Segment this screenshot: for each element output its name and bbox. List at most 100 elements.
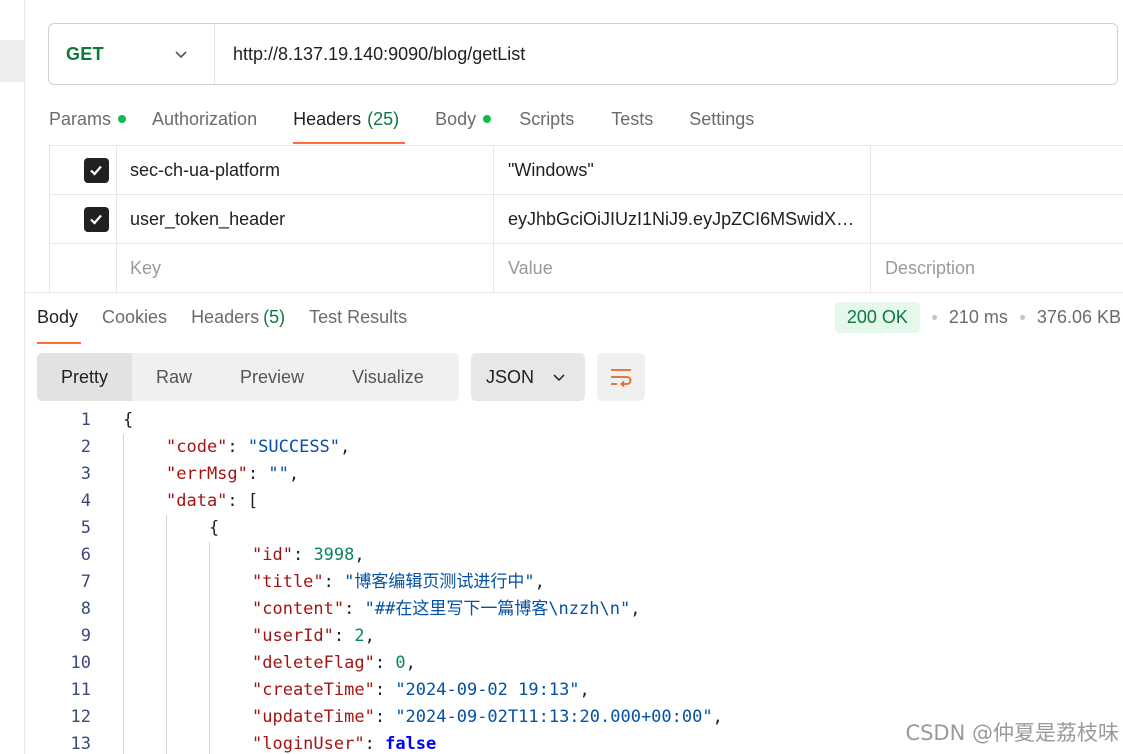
line-number: 7	[80, 572, 91, 592]
code-token: {	[123, 410, 134, 430]
response-tab-headers[interactable]: Headers (5)	[191, 293, 285, 343]
response-body-editor[interactable]: 1{2 "code": "SUCCESS", 3 "errMsg": "", 4 "dat…	[25, 407, 1123, 754]
table-row: sec-ch-ua-platform "Windows"	[49, 146, 1123, 195]
view-raw-button[interactable]: Raw	[132, 353, 216, 401]
code-token: ""	[268, 464, 289, 484]
view-preview-button[interactable]: Preview	[216, 353, 328, 401]
method-label: GET	[66, 43, 104, 64]
header-description-cell[interactable]	[871, 146, 1123, 194]
checkbox-checked-icon[interactable]	[83, 157, 109, 183]
code-token: "博客编辑页测试进行中"	[344, 572, 535, 592]
status-badge[interactable]: 200 OK	[834, 302, 920, 333]
code-token: 0	[395, 653, 406, 673]
code-token: :	[364, 734, 386, 754]
tab-settings[interactable]: Settings	[689, 100, 754, 144]
value-placeholder-input[interactable]: Value	[494, 244, 871, 292]
code-token: "data"	[166, 491, 228, 511]
header-key-cell[interactable]: user_token_header	[117, 195, 494, 243]
sidebar-selected-item[interactable]	[0, 40, 24, 82]
code-text: "deleteFlag": 0,	[252, 650, 416, 677]
response-status-bar: 200 OK 210 ms 376.06 KB	[834, 302, 1121, 333]
indent-guide	[209, 542, 210, 754]
header-value-cell[interactable]: eyJhbGciOiJIUzI1NiJ9.eyJpZCI6MSwidX…	[494, 195, 871, 243]
code-token: :	[374, 680, 396, 700]
code-line: 5{	[25, 515, 1123, 542]
code-token: "code"	[166, 437, 228, 457]
code-token: "SUCCESS"	[247, 437, 341, 457]
code-text: "loginUser": false	[252, 731, 436, 754]
code-token: "##在这里写下一篇博客\nzzh\n"	[364, 599, 631, 619]
header-value-cell[interactable]: "Windows"	[494, 146, 871, 194]
response-tab-body[interactable]: Body	[37, 293, 82, 344]
response-tab-test-results[interactable]: Test Results	[309, 293, 407, 343]
code-token: :	[344, 599, 365, 619]
view-visualize-button[interactable]: Visualize	[328, 353, 448, 401]
code-token: "content"	[252, 599, 345, 619]
response-size[interactable]: 376.06 KB	[1037, 307, 1121, 328]
code-line: 8 "content": "##在这里写下一篇博客\nzzh\n",	[25, 596, 1123, 623]
code-token: ,	[340, 437, 351, 457]
code-text: {	[123, 407, 133, 434]
code-token: 2	[354, 626, 365, 646]
code-line: 3 "errMsg": "",	[25, 461, 1123, 488]
line-number: 13	[70, 734, 91, 754]
line-number: 6	[80, 545, 91, 565]
code-token: {	[209, 518, 220, 538]
params-dot-indicator	[118, 115, 127, 123]
code-token: "errMsg"	[166, 464, 248, 484]
code-token: "deleteFlag"	[252, 653, 375, 673]
tab-body[interactable]: Body	[435, 100, 492, 144]
code-token: false	[385, 734, 437, 754]
key-placeholder-input[interactable]: Key	[117, 244, 494, 292]
line-number: 10	[70, 653, 91, 673]
line-number: 3	[80, 464, 91, 484]
tab-headers[interactable]: Headers (25)	[293, 100, 406, 144]
left-sidebar-rail	[0, 0, 25, 754]
code-token: ,	[288, 464, 300, 484]
url-bar: GET http://8.137.19.140:9090/blog/getLis…	[48, 23, 1118, 85]
chevron-down-icon	[553, 374, 565, 382]
line-number: 4	[80, 491, 91, 511]
method-select[interactable]: GET	[49, 24, 215, 84]
code-token: :	[323, 572, 345, 592]
chevron-down-icon	[175, 51, 187, 59]
wrap-lines-button[interactable]	[597, 353, 645, 401]
checkbox-checked-icon[interactable]	[83, 206, 109, 232]
code-line: 4 "data": [	[25, 488, 1123, 515]
body-dot-indicator	[483, 115, 492, 123]
table-row: user_token_header eyJhbGciOiJIUzI1NiJ9.e…	[49, 195, 1123, 244]
code-token: ,	[405, 653, 416, 673]
url-input[interactable]: http://8.137.19.140:9090/blog/getList	[215, 44, 525, 65]
code-token: :	[292, 545, 314, 565]
format-select[interactable]: JSON	[471, 353, 585, 401]
code-text: "errMsg": "",	[166, 461, 299, 488]
tab-authorization[interactable]: Authorization	[152, 100, 257, 144]
separator-dot	[1019, 315, 1025, 320]
table-row-new: Key Value Description	[49, 244, 1123, 293]
code-token: :	[374, 653, 396, 673]
code-token: "loginUser"	[252, 734, 365, 754]
code-token: "updateTime"	[252, 707, 375, 727]
code-token: :	[247, 464, 269, 484]
code-token: ,	[630, 599, 641, 619]
response-tab-cookies[interactable]: Cookies	[102, 293, 167, 343]
code-text: {	[209, 515, 219, 542]
code-token: "userId"	[252, 626, 334, 646]
code-token: :	[333, 626, 355, 646]
response-time[interactable]: 210 ms	[949, 307, 1008, 328]
line-number: 9	[80, 626, 91, 646]
view-pretty-button[interactable]: Pretty	[37, 353, 133, 401]
code-token: "2024-09-02 19:13"	[395, 680, 580, 700]
header-key-cell[interactable]: sec-ch-ua-platform	[117, 146, 494, 194]
header-description-cell[interactable]	[871, 195, 1123, 243]
request-tabs: Params Authorization Headers (25) Body Sc…	[49, 100, 754, 146]
wrap-lines-icon	[611, 369, 632, 388]
tab-tests[interactable]: Tests	[611, 100, 653, 144]
description-placeholder-input[interactable]: Description	[871, 244, 1123, 292]
tab-scripts[interactable]: Scripts	[519, 100, 574, 144]
code-token: ,	[534, 572, 545, 592]
code-line: 11 "createTime": "2024-09-02 19:13",	[25, 677, 1123, 704]
code-line: 9 "userId": 2,	[25, 623, 1123, 650]
tab-params[interactable]: Params	[49, 100, 127, 144]
code-token: :	[227, 437, 248, 457]
